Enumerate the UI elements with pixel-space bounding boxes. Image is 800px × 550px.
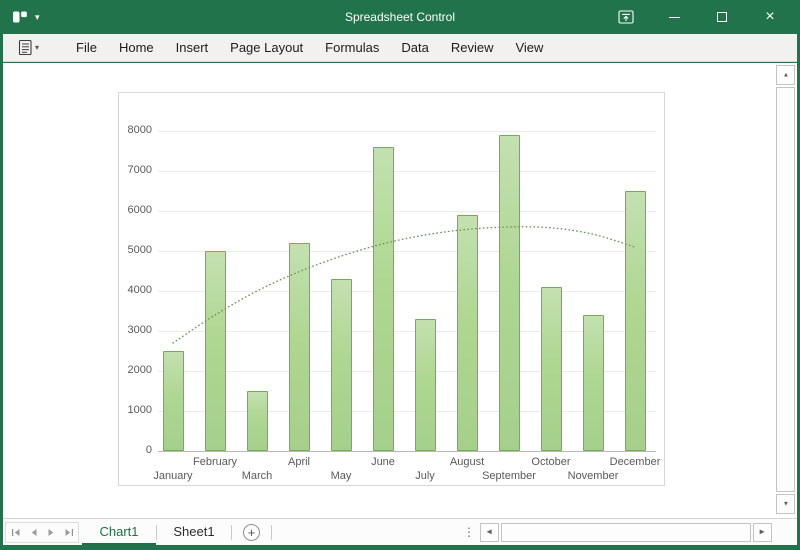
menu-item-page-layout[interactable]: Page Layout xyxy=(219,34,314,61)
minimize-button[interactable] xyxy=(650,0,698,34)
maximize-button[interactable] xyxy=(698,0,746,34)
arrow-down-icon: ▼ xyxy=(782,501,788,507)
maximize-icon xyxy=(717,12,727,22)
first-sheet-button[interactable] xyxy=(11,528,21,537)
add-sheet-button[interactable]: + xyxy=(243,524,260,541)
menu-item-view[interactable]: View xyxy=(504,34,554,61)
ribbon-list-icon xyxy=(18,39,33,56)
arrow-right-icon: ▶ xyxy=(760,529,765,535)
menu-item-home[interactable]: Home xyxy=(108,34,165,61)
menu-item-insert[interactable]: Insert xyxy=(165,34,220,61)
menu-item-file[interactable]: File xyxy=(65,34,108,61)
vertical-scrollbar[interactable]: ▲ ▼ xyxy=(776,65,795,514)
menu-item-data[interactable]: Data xyxy=(390,34,439,61)
scroll-up-button[interactable]: ▲ xyxy=(776,65,795,85)
vertical-scrollbar-thumb[interactable] xyxy=(776,87,795,492)
tab-separator xyxy=(231,525,232,540)
tab-separator xyxy=(271,525,272,540)
previous-sheet-button[interactable] xyxy=(30,528,38,537)
app-window: ▾ Spreadsheet Control × xyxy=(0,0,800,550)
titlebar: ▾ Spreadsheet Control × xyxy=(0,0,800,34)
ribbon-style-button[interactable]: ▾ xyxy=(18,39,51,56)
trendline[interactable] xyxy=(119,93,666,487)
horizontal-scrollbar[interactable]: ◀ ▶ xyxy=(480,523,772,542)
scrollbar-splitter-handle[interactable]: ⋮ xyxy=(463,525,475,539)
app-menu-caret-icon[interactable]: ▾ xyxy=(35,12,40,23)
chart[interactable]: 010002000300040005000600070008000January… xyxy=(118,92,665,486)
sheet-tab-chart1[interactable]: Chart1 xyxy=(82,519,156,545)
sheet-tab-sheet1[interactable]: Sheet1 xyxy=(157,519,231,545)
sheet-nav-group xyxy=(5,522,79,543)
last-sheet-button[interactable] xyxy=(64,528,74,537)
window-buttons: × xyxy=(602,0,794,34)
minimize-icon xyxy=(669,17,680,18)
scroll-right-button[interactable]: ▶ xyxy=(753,523,772,542)
chart-plot-area: 010002000300040005000600070008000January… xyxy=(119,93,664,485)
menu-item-review[interactable]: Review xyxy=(440,34,505,61)
workspace: 010002000300040005000600070008000January… xyxy=(3,63,797,518)
plus-icon: + xyxy=(248,526,256,539)
arrow-left-icon: ◀ xyxy=(487,529,492,535)
horizontal-scrollbar-thumb[interactable] xyxy=(501,523,751,542)
menu-items: FileHomeInsertPage LayoutFormulasDataRev… xyxy=(65,34,554,61)
close-icon: × xyxy=(765,9,774,25)
menu-bar: ▾ FileHomeInsertPage LayoutFormulasDataR… xyxy=(3,34,797,62)
display-settings-icon xyxy=(618,10,634,24)
sheet-tab-bar: Chart1Sheet1 + ⋮ ◀ ▶ xyxy=(3,518,797,545)
arrow-up-icon: ▲ xyxy=(782,72,788,78)
sheet-tabs: Chart1Sheet1 xyxy=(82,519,231,545)
menu-item-formulas[interactable]: Formulas xyxy=(314,34,390,61)
app-icon[interactable] xyxy=(11,8,29,26)
ribbon-caret-icon: ▾ xyxy=(35,43,39,52)
next-sheet-button[interactable] xyxy=(47,528,55,537)
display-settings-button[interactable] xyxy=(602,0,650,34)
close-button[interactable]: × xyxy=(746,0,794,34)
scroll-down-button[interactable]: ▼ xyxy=(776,494,795,514)
scroll-left-button[interactable]: ◀ xyxy=(480,523,499,542)
